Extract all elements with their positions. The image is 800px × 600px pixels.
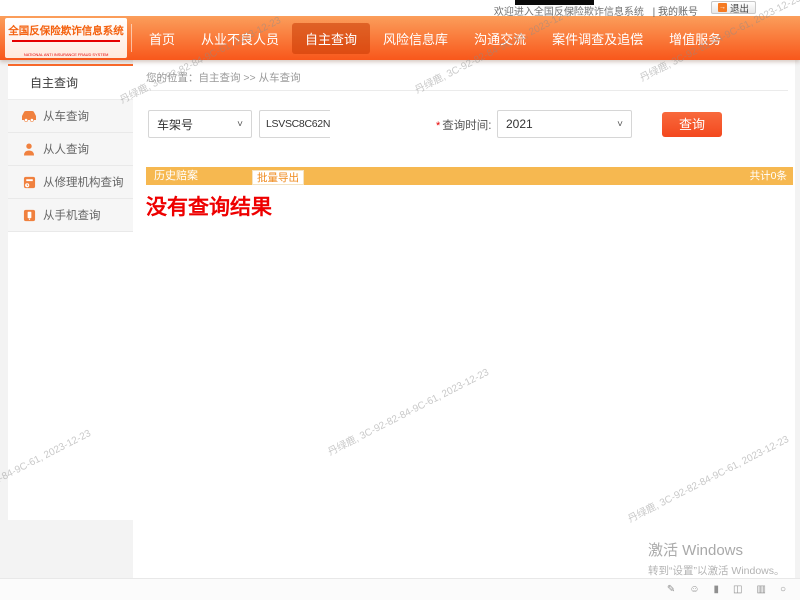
sidebar-item-label: 从修理机构查询 xyxy=(43,174,124,190)
nav-item-case-investigation[interactable]: 案件调查及追偿 xyxy=(539,23,656,54)
nav-divider xyxy=(131,24,132,52)
redaction-overlay xyxy=(330,109,376,148)
topbar: 欢迎进入全国反保险欺诈信息系统 | 我的账号 → 退出 xyxy=(0,0,800,16)
required-mark: * xyxy=(436,120,440,132)
person-icon xyxy=(21,142,37,156)
sidebar-header: 自主查询 xyxy=(8,66,133,100)
sidebar-item-person-query[interactable]: 从人查询 xyxy=(8,133,133,166)
nav-item-bad-practitioners[interactable]: 从业不良人员 xyxy=(188,23,292,54)
network-icon[interactable]: ▥ xyxy=(757,584,766,595)
query-year-select[interactable]: 2021 ˅ xyxy=(497,110,632,138)
my-account-link[interactable]: | 我的账号 xyxy=(653,7,698,18)
main-nav: 全国反保险欺诈信息系统 NATIONAL ANTI INSURANCE FRAU… xyxy=(0,16,800,60)
history-claims-tab[interactable]: 历史赔案 xyxy=(154,167,198,185)
sidebar-item-phone-query[interactable]: 从手机查询 xyxy=(8,199,133,232)
emoji-icon[interactable]: ☺ xyxy=(689,584,699,595)
nav-item-risk-library[interactable]: 风险信息库 xyxy=(370,23,461,54)
redacted-username xyxy=(515,0,594,5)
sidebar: 自主查询 从车查询 从人查询 从修理机构查询 从手机查询 xyxy=(8,64,133,520)
logout-label: 退出 xyxy=(730,1,749,15)
windows-activation-notice: 激活 Windows 转到“设置”以激活 Windows。 xyxy=(648,539,785,578)
logout-arrow-icon: → xyxy=(718,3,727,12)
user-icon[interactable]: ○ xyxy=(780,584,786,595)
results-banner: 历史赔案 批量导出 共计0条 xyxy=(146,167,793,185)
welcome-text: 欢迎进入全国反保险欺诈信息系统 xyxy=(494,7,644,18)
logo-underline xyxy=(12,40,120,42)
nav-item-self-query[interactable]: 自主查询 xyxy=(292,23,370,54)
battery-icon[interactable]: ▮ xyxy=(714,584,720,595)
empty-result-message: 没有查询结果 xyxy=(146,191,272,221)
query-year-value: 2021 xyxy=(506,117,533,131)
car-icon xyxy=(21,109,37,123)
query-time-label: *查询时间: xyxy=(436,117,491,133)
breadcrumb: 您的位置：自主查询 >> 从车查询 xyxy=(146,70,301,85)
volume-icon[interactable]: ◫ xyxy=(733,584,742,595)
repair-icon xyxy=(21,175,37,189)
field-type-value: 车架号 xyxy=(157,116,193,133)
bottom-taskbar: ✎ ☺ ▮ ◫ ▥ ○ xyxy=(0,578,800,600)
main-panel: 您的位置：自主查询 >> 从车查询 车架号 ˅ LSVSC8C62NN02 *查… xyxy=(133,60,795,578)
sidebar-item-label: 从手机查询 xyxy=(43,207,101,223)
breadcrumb-divider xyxy=(140,90,788,91)
batch-export-button[interactable]: 批量导出 xyxy=(252,170,304,185)
app-title: 全国反保险欺诈信息系统 xyxy=(5,23,127,38)
nav-item-communication[interactable]: 沟通交流 xyxy=(461,23,539,54)
nav-item-value-added[interactable]: 增值服务 xyxy=(656,23,734,54)
app-subtitle: NATIONAL ANTI INSURANCE FRAUD SYSTEM xyxy=(24,53,109,58)
sidebar-item-car-query[interactable]: 从车查询 xyxy=(8,100,133,133)
field-type-select[interactable]: 车架号 ˅ xyxy=(148,110,252,138)
sidebar-item-label: 从车查询 xyxy=(43,108,89,124)
chevron-down-icon: ˅ xyxy=(617,119,623,130)
windows-activation-subtitle: 转到“设置”以激活 Windows。 xyxy=(648,563,785,578)
search-button[interactable]: 查询 xyxy=(662,112,722,137)
windows-activation-title: 激活 Windows xyxy=(648,539,785,560)
app-logo: 全国反保险欺诈信息系统 NATIONAL ANTI INSURANCE FRAU… xyxy=(5,18,127,58)
total-count: 共计0条 xyxy=(750,167,787,185)
sidebar-item-repair-query[interactable]: 从修理机构查询 xyxy=(8,166,133,199)
chevron-down-icon: ˅ xyxy=(237,119,243,130)
logout-button[interactable]: → 退出 xyxy=(711,1,756,14)
sidebar-item-label: 从人查询 xyxy=(43,141,89,157)
pen-icon[interactable]: ✎ xyxy=(667,584,675,595)
nav-item-home[interactable]: 首页 xyxy=(136,23,188,54)
phone-icon xyxy=(21,208,37,222)
